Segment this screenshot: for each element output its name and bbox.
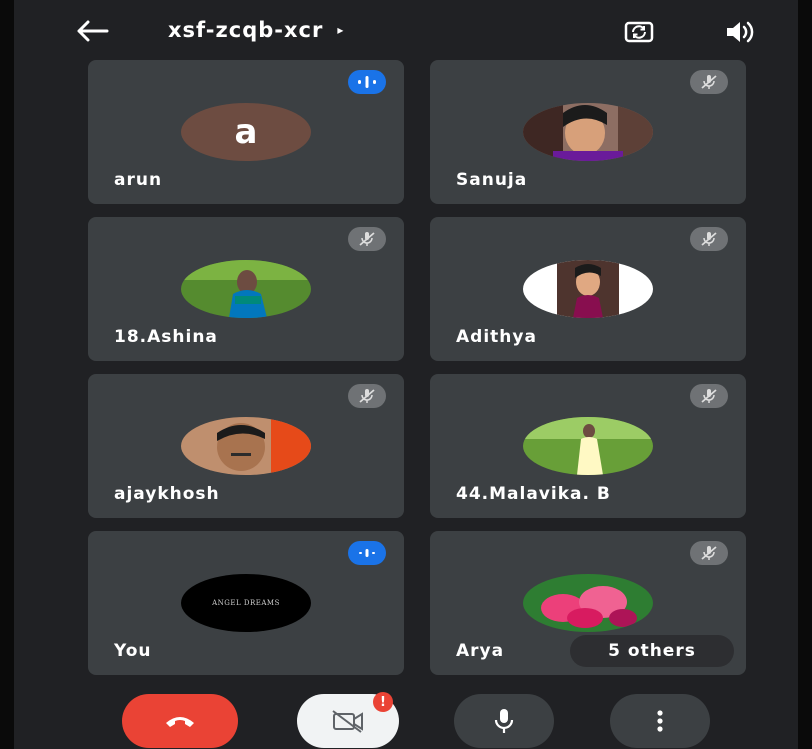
muted-indicator bbox=[690, 384, 728, 408]
participant-tile[interactable]: Adithya bbox=[430, 217, 746, 361]
muted-indicator bbox=[690, 227, 728, 251]
top-bar: xsf-zcqb-xcr ▸ bbox=[14, 0, 798, 62]
avatar bbox=[523, 103, 653, 161]
speaking-indicator bbox=[348, 70, 386, 94]
avatar bbox=[523, 417, 653, 475]
avatar bbox=[181, 417, 311, 475]
audio-level-icon bbox=[358, 76, 376, 88]
switch-camera-button[interactable] bbox=[619, 15, 659, 49]
mic-off-icon bbox=[701, 232, 717, 246]
audio-level-icon bbox=[359, 549, 375, 557]
muted-indicator bbox=[690, 541, 728, 565]
muted-indicator bbox=[348, 227, 386, 251]
more-vert-icon bbox=[657, 710, 663, 732]
right-frame bbox=[798, 0, 812, 749]
meeting-title[interactable]: xsf-zcqb-xcr ▸ bbox=[168, 18, 344, 42]
participant-name: Arya bbox=[456, 641, 505, 661]
mic-off-icon bbox=[701, 75, 717, 89]
switch-camera-icon bbox=[624, 21, 654, 43]
avatar: a bbox=[181, 103, 311, 161]
participant-tile[interactable]: ajaykhosh bbox=[88, 374, 404, 518]
participant-name: 18.Ashina bbox=[114, 327, 218, 347]
video-off-icon bbox=[332, 710, 363, 733]
participant-name: ajaykhosh bbox=[114, 484, 220, 504]
speaking-indicator bbox=[348, 541, 386, 565]
others-button[interactable]: 5 others bbox=[570, 635, 734, 667]
avatar bbox=[181, 260, 311, 318]
meeting-code: xsf-zcqb-xcr bbox=[168, 18, 324, 42]
mic-off-icon bbox=[359, 389, 375, 403]
mic-off-icon bbox=[701, 546, 717, 560]
back-arrow-icon bbox=[77, 20, 109, 42]
mic-off-icon bbox=[359, 232, 375, 246]
speaker-icon bbox=[727, 21, 754, 43]
camera-warning-badge: ! bbox=[373, 692, 393, 712]
avatar bbox=[523, 260, 653, 318]
avatar: ANGEL DREAMS bbox=[181, 574, 311, 632]
end-call-button[interactable] bbox=[122, 694, 238, 748]
participant-name: You bbox=[114, 641, 152, 661]
avatar-letter: a bbox=[234, 112, 258, 152]
participant-tile[interactable]: Arya 5 others bbox=[430, 531, 746, 675]
muted-indicator bbox=[690, 70, 728, 94]
participant-tile[interactable]: 18.Ashina bbox=[88, 217, 404, 361]
participant-name: Adithya bbox=[456, 327, 537, 347]
participant-name: 44.Malavika. B bbox=[456, 484, 611, 504]
avatar bbox=[523, 574, 653, 632]
mic-icon bbox=[494, 709, 514, 733]
camera-toggle-button[interactable]: ! bbox=[297, 692, 399, 748]
left-frame bbox=[0, 0, 14, 749]
participant-name: Sanuja bbox=[456, 170, 528, 190]
participant-tile[interactable]: Sanuja bbox=[430, 60, 746, 204]
avatar-caption: ANGEL DREAMS bbox=[212, 599, 280, 607]
speaker-button[interactable] bbox=[720, 15, 760, 49]
call-end-icon bbox=[166, 717, 194, 727]
back-button[interactable] bbox=[72, 16, 112, 46]
microphone-button[interactable] bbox=[454, 694, 554, 748]
call-controls: ! bbox=[14, 690, 798, 749]
participant-tile-self[interactable]: ANGEL DREAMS You bbox=[88, 531, 404, 675]
mic-off-icon bbox=[701, 389, 717, 403]
participant-tile[interactable]: 44.Malavika. B bbox=[430, 374, 746, 518]
participant-name: arun bbox=[114, 170, 163, 190]
participant-tile[interactable]: a arun bbox=[88, 60, 404, 204]
caret-right-icon: ▸ bbox=[337, 23, 345, 37]
muted-indicator bbox=[348, 384, 386, 408]
more-options-button[interactable] bbox=[610, 694, 710, 748]
